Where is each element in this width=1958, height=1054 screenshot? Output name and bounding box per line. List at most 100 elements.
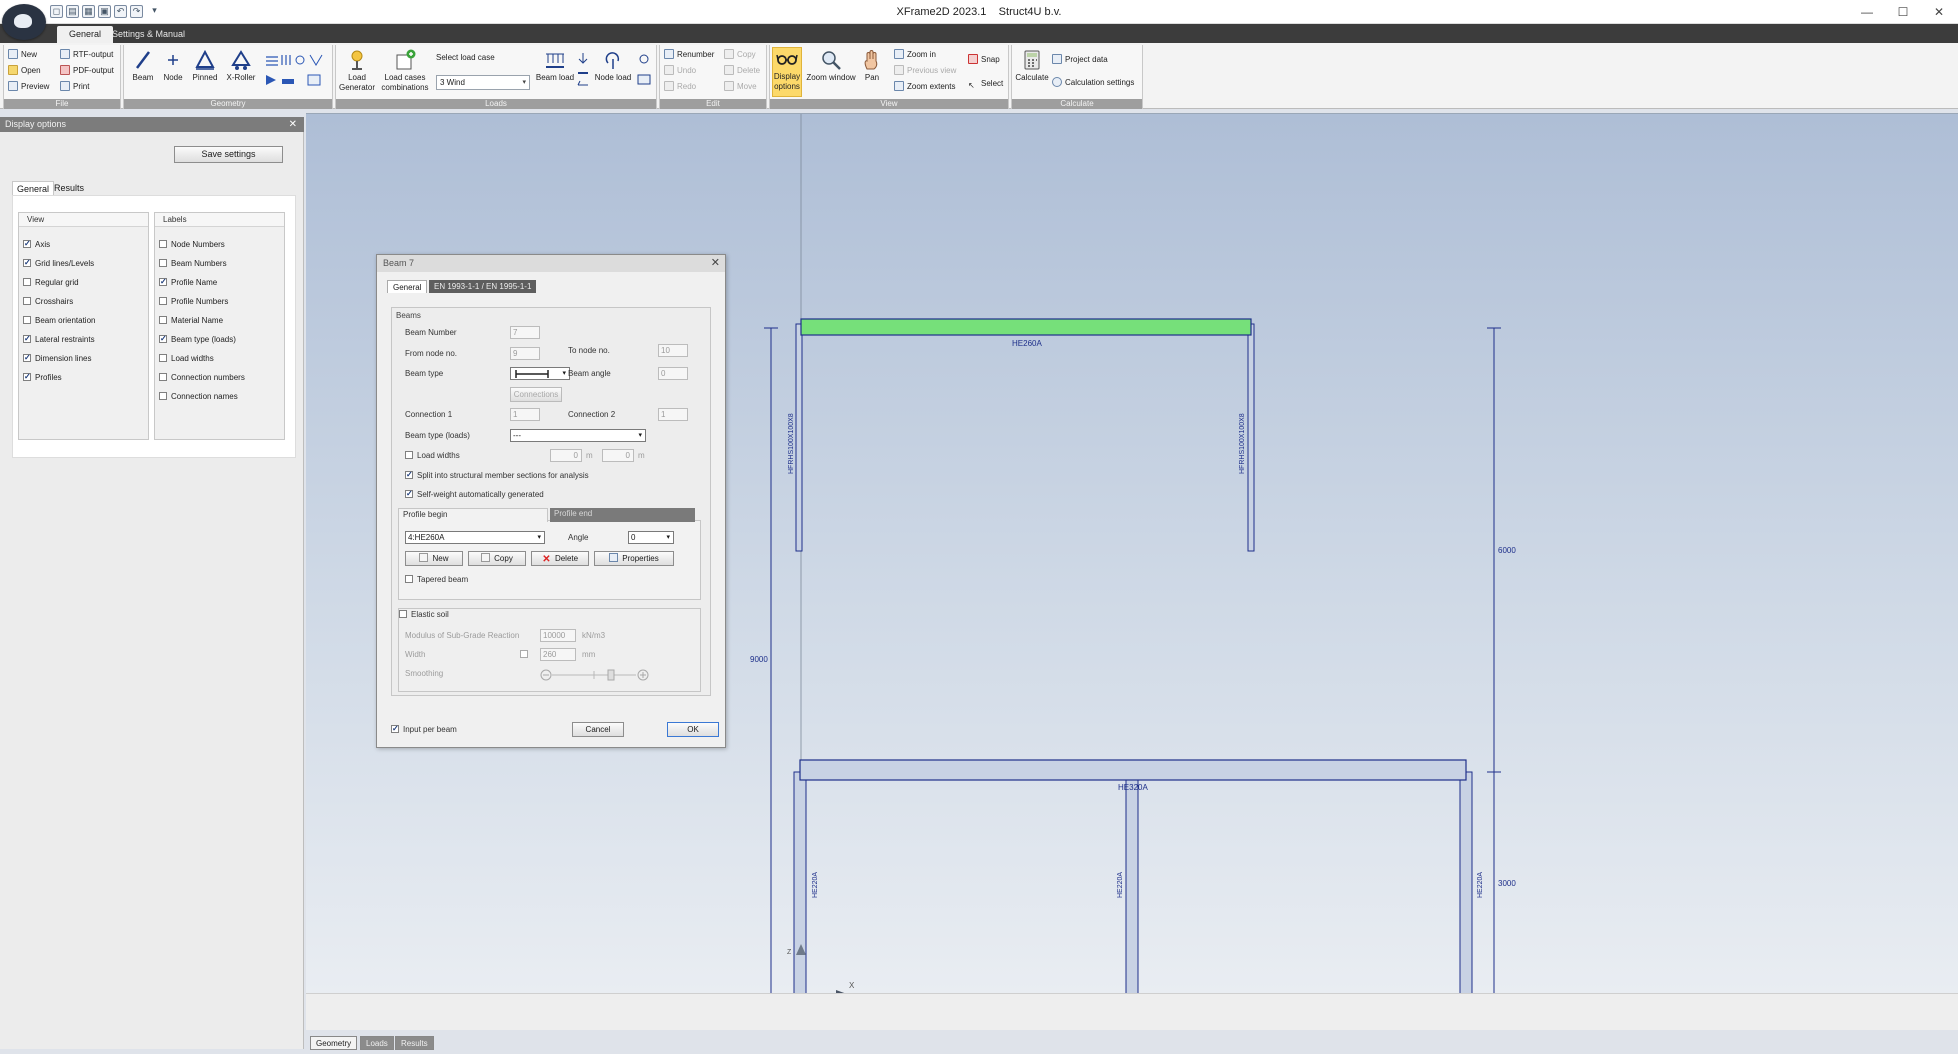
tab-settings-manual[interactable]: Settings & Manual	[100, 26, 197, 43]
pdf-output-button[interactable]: PDF-output	[60, 65, 114, 77]
redo-button[interactable]: Redo	[664, 81, 696, 93]
tapered-beam-checkbox[interactable]: Tapered beam	[405, 574, 468, 586]
close-icon[interactable]: ✕	[711, 255, 720, 272]
checkbox[interactable]	[159, 333, 167, 345]
tab-general[interactable]: General	[387, 280, 428, 293]
checkbox[interactable]	[23, 238, 31, 250]
view-option-regular-grid[interactable]: Regular grid	[23, 277, 79, 289]
minimize-button[interactable]: —	[1850, 3, 1884, 21]
beam-load-button[interactable]: Beam load	[534, 49, 576, 83]
checkbox[interactable]	[159, 316, 167, 324]
labels-option-connection-numbers[interactable]: Connection numbers	[159, 372, 245, 384]
labels-option-load-widths[interactable]: Load widths	[159, 353, 214, 365]
profile-delete-button[interactable]: ✕ Delete	[531, 551, 589, 566]
profile-properties-button[interactable]: Properties	[594, 551, 674, 566]
rtf-output-button[interactable]: RTF-output	[60, 49, 113, 61]
view-option-dimension-lines[interactable]: Dimension lines	[23, 352, 91, 365]
load-options-icon[interactable]	[636, 51, 652, 91]
checkbox[interactable]	[159, 240, 167, 248]
zoom-extents-button[interactable]: Zoom extents	[894, 81, 955, 93]
print-button[interactable]: Print	[60, 81, 89, 93]
tab-loads[interactable]: Loads	[360, 1036, 394, 1050]
pinned-button[interactable]: Pinned	[190, 49, 220, 83]
selfweight-checkbox[interactable]: Self-weight automatically generated	[405, 488, 544, 501]
tab-profile-begin[interactable]: Profile begin	[398, 508, 548, 522]
input-per-beam-checkbox[interactable]: Input per beam	[391, 723, 457, 736]
cancel-button[interactable]: Cancel	[572, 722, 624, 737]
checkbox[interactable]	[159, 259, 167, 267]
view-option-grid-lines-levels[interactable]: Grid lines/Levels	[23, 257, 94, 270]
previous-view-button[interactable]: Previous view	[894, 65, 956, 77]
tab-results-bottom[interactable]: Results	[395, 1036, 434, 1050]
beam-type-select[interactable]: ▾	[510, 367, 570, 380]
checkbox[interactable]	[23, 333, 31, 345]
profile-select[interactable]: 4:HE260A ▾	[405, 531, 545, 544]
renumber-button[interactable]: Renumber	[664, 49, 714, 61]
checkbox[interactable]	[520, 650, 528, 658]
angle-select[interactable]: 0 ▾	[628, 531, 674, 544]
load-width-2-field[interactable]: 0	[602, 449, 634, 462]
checkbox[interactable]	[23, 316, 31, 324]
checkbox[interactable]	[23, 371, 31, 383]
labels-option-connection-names[interactable]: Connection names	[159, 391, 238, 403]
node-load-button[interactable]: Node load	[594, 49, 632, 83]
labels-option-beam-numbers[interactable]: Beam Numbers	[159, 258, 227, 270]
checkbox[interactable]	[159, 354, 167, 362]
view-option-profiles[interactable]: Profiles	[23, 371, 62, 384]
move-button[interactable]: Move	[724, 81, 757, 93]
support-types-icon[interactable]	[264, 51, 326, 91]
view-option-axis[interactable]: Axis	[23, 238, 50, 251]
new-button[interactable]: New	[8, 49, 37, 61]
labels-option-beam-type-loads[interactable]: Beam type (loads)	[159, 333, 236, 346]
checkbox[interactable]	[23, 352, 31, 364]
checkbox[interactable]	[159, 373, 167, 381]
smoothing-slider[interactable]	[540, 668, 650, 682]
connections-button[interactable]: Connections	[510, 387, 562, 402]
checkbox[interactable]	[23, 257, 31, 269]
tab-geometry[interactable]: Geometry	[310, 1036, 358, 1050]
view-option-lateral-restraints[interactable]: Lateral restraints	[23, 333, 95, 346]
checkbox[interactable]	[159, 392, 167, 400]
labels-option-node-numbers[interactable]: Node Numbers	[159, 239, 225, 251]
checkbox[interactable]	[405, 575, 413, 583]
profile-copy-button[interactable]: Copy	[468, 551, 526, 566]
labels-option-material-name[interactable]: Material Name	[159, 315, 223, 327]
tab-profile-end[interactable]: Profile end	[550, 508, 695, 522]
zoom-window-button[interactable]: Zoom window	[804, 49, 858, 83]
labels-option-profile-numbers[interactable]: Profile Numbers	[159, 296, 228, 308]
tab-general[interactable]: General	[12, 181, 55, 195]
load-case-select[interactable]: 3 Wind ▾	[436, 75, 530, 90]
display-options-button[interactable]: Display options	[772, 47, 802, 97]
width-checkbox[interactable]	[520, 649, 532, 661]
width-field[interactable]: 260	[540, 648, 576, 661]
checkbox[interactable]	[399, 610, 407, 618]
view-option-beam-orientation[interactable]: Beam orientation	[23, 315, 95, 327]
beam-button[interactable]: Beam	[130, 49, 156, 83]
project-data-button[interactable]: Project data	[1052, 54, 1108, 66]
preview-button[interactable]: Preview	[8, 81, 49, 93]
tab-results[interactable]: Results	[50, 181, 88, 195]
view-option-crosshairs[interactable]: Crosshairs	[23, 296, 73, 308]
load-combinations-button[interactable]: Load cases combinations	[380, 49, 430, 93]
zoom-in-button[interactable]: Zoom in	[894, 49, 936, 61]
close-icon[interactable]: ✕	[289, 117, 297, 132]
xroller-button[interactable]: X-Roller	[224, 49, 258, 83]
load-generator-button[interactable]: Load Generator	[338, 49, 376, 93]
checkbox[interactable]	[391, 723, 399, 735]
checkbox[interactable]	[23, 297, 31, 305]
checkbox[interactable]	[405, 469, 413, 481]
app-logo[interactable]	[2, 4, 46, 40]
elastic-soil-checkbox[interactable]: Elastic soil	[399, 609, 449, 621]
close-window-button[interactable]: ✕	[1922, 3, 1956, 21]
beam-angle-field[interactable]: 0	[658, 367, 688, 380]
save-settings-button[interactable]: Save settings	[174, 146, 283, 163]
pan-button[interactable]: Pan	[860, 49, 884, 83]
split-checkbox[interactable]: Split into structural member sections fo…	[405, 469, 589, 482]
checkbox[interactable]	[159, 297, 167, 305]
checkbox[interactable]	[159, 276, 167, 288]
load-width-1-field[interactable]: 0	[550, 449, 582, 462]
node-button[interactable]: Node	[160, 49, 186, 83]
labels-option-profile-name[interactable]: Profile Name	[159, 276, 217, 289]
checkbox[interactable]	[23, 278, 31, 286]
modulus-field[interactable]: 10000	[540, 629, 576, 642]
